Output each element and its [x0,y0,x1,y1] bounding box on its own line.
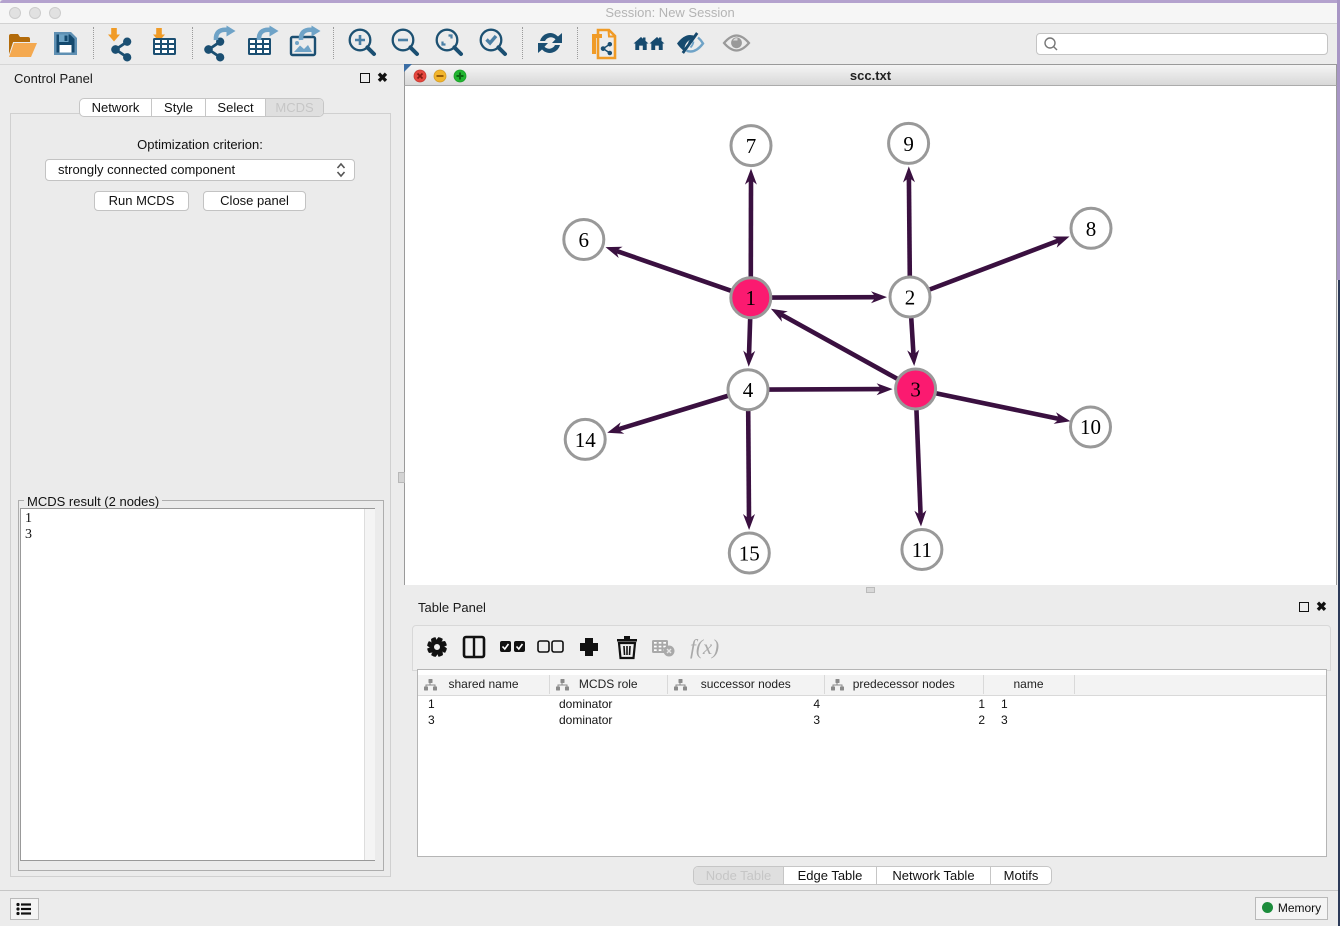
svg-text:6: 6 [579,228,590,252]
svg-text:11: 11 [912,538,932,562]
svg-text:7: 7 [746,134,757,158]
svg-text:9: 9 [903,132,914,156]
svg-text:8: 8 [1086,217,1097,241]
svg-text:15: 15 [739,542,760,566]
svg-text:14: 14 [575,428,597,452]
svg-text:2: 2 [905,286,916,310]
svg-text:10: 10 [1080,415,1101,439]
svg-text:3: 3 [910,378,921,402]
svg-text:4: 4 [743,378,754,402]
svg-text:1: 1 [746,286,757,310]
svg-text:f(x): f(x) [690,635,719,659]
